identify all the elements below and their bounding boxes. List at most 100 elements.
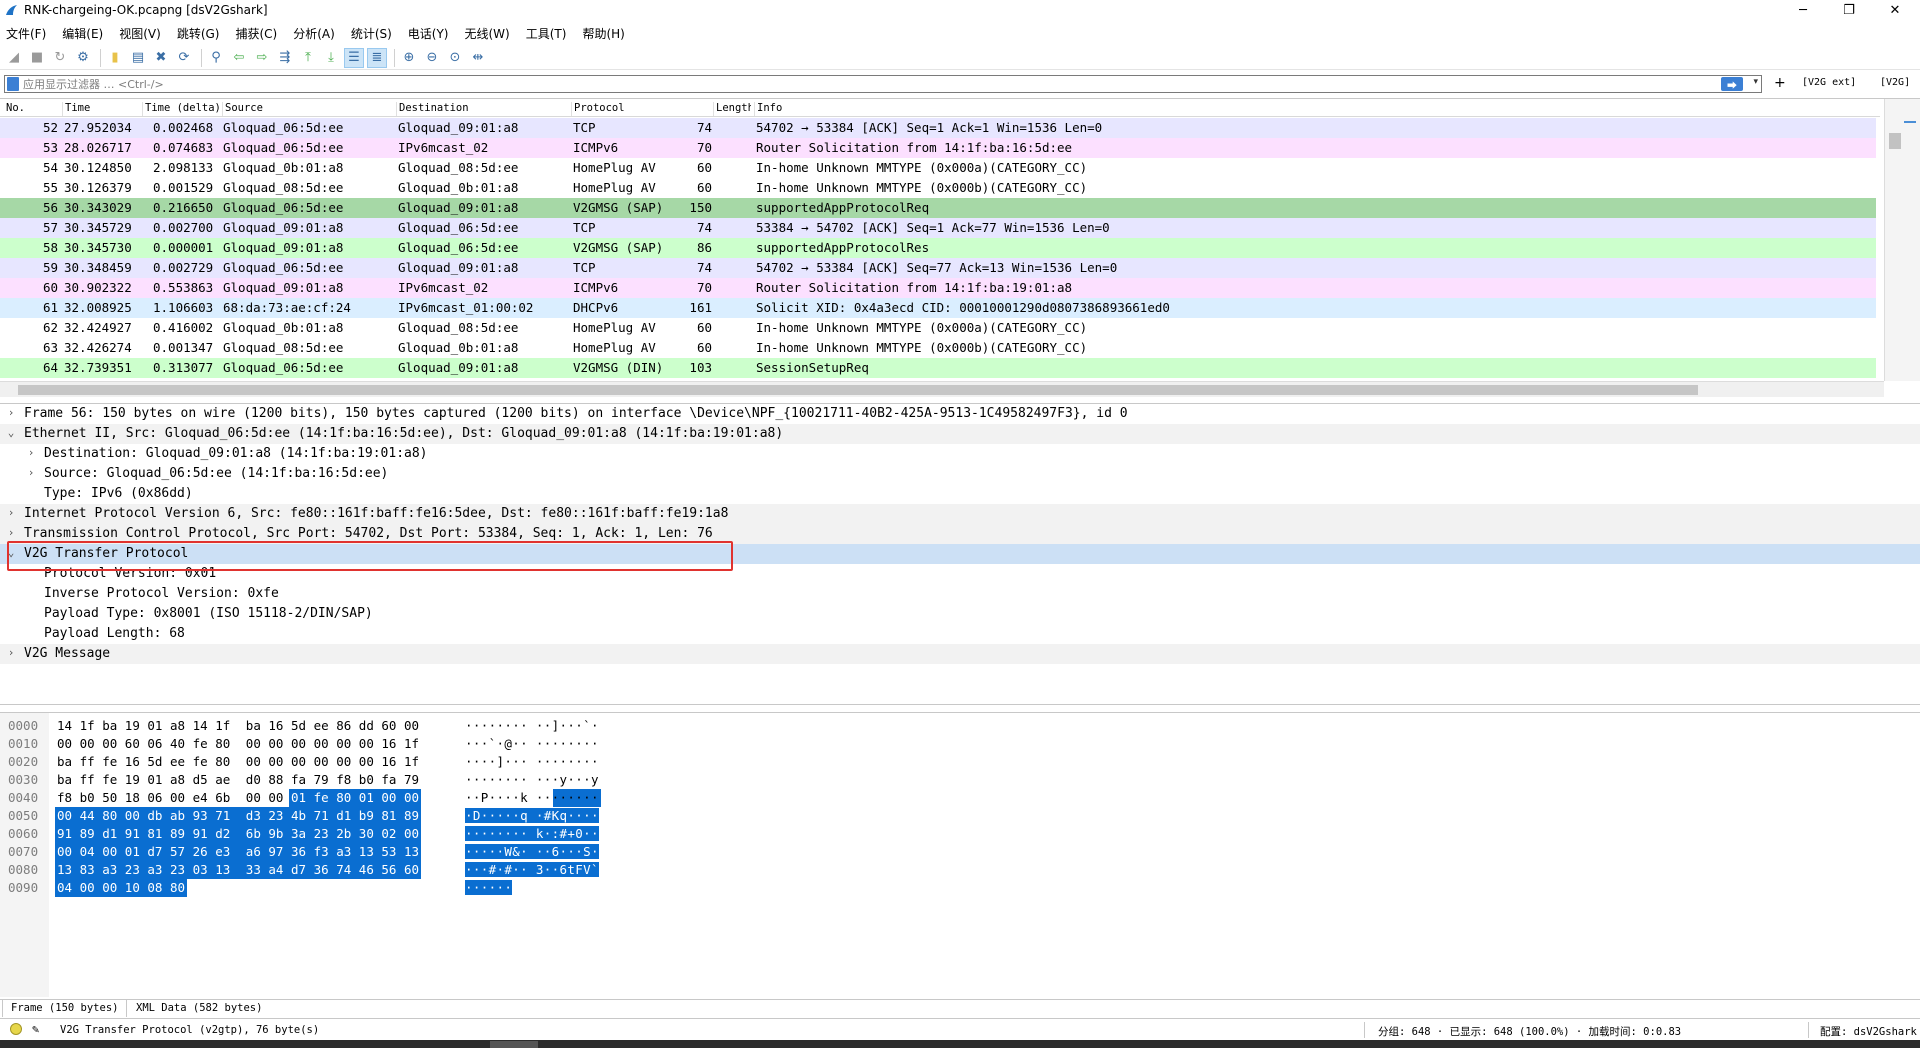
detail-tree-item[interactable]: Inverse Protocol Version: 0xfe: [0, 584, 1920, 604]
hex-byte[interactable]: 14: [193, 718, 208, 733]
hex-byte[interactable]: 3a: [291, 826, 306, 841]
hex-byte[interactable]: 40: [170, 736, 185, 751]
filter-button-v2g-ext[interactable]: [V2G ext]: [1802, 77, 1856, 88]
stop-capture-icon[interactable]: ■: [27, 48, 47, 68]
hex-byte[interactable]: 74: [336, 862, 351, 877]
hex-byte[interactable]: 2b: [336, 826, 351, 841]
tab-frame-bytes[interactable]: Frame (150 bytes): [2, 1000, 128, 1017]
hex-byte[interactable]: ee: [170, 754, 185, 769]
close-button[interactable]: ✕: [1872, 0, 1918, 20]
hex-byte[interactable]: 00: [404, 826, 419, 841]
hex-byte[interactable]: fe: [193, 754, 208, 769]
hex-byte[interactable]: 88: [268, 772, 283, 787]
menu-go[interactable]: 跳转(G): [177, 25, 220, 42]
column-header-source[interactable]: Source: [222, 102, 263, 116]
hex-byte[interactable]: 00: [336, 736, 351, 751]
hex-byte[interactable]: ba: [246, 718, 261, 733]
hex-byte[interactable]: 00: [268, 790, 283, 805]
packet-list[interactable]: No. Time Time (delta) Source Destination…: [0, 98, 1920, 398]
resize-columns-icon[interactable]: ⇹: [468, 48, 488, 68]
hex-byte[interactable]: 80: [215, 736, 230, 751]
column-header-protocol[interactable]: Protocol: [571, 102, 625, 116]
hex-byte[interactable]: d0: [246, 772, 261, 787]
apply-filter-icon[interactable]: ⮕: [1721, 77, 1743, 92]
packet-row[interactable]: 62 32.424927 0.416002 Gloquad_0b:01:a8 Gloqu…: [0, 318, 1876, 338]
detail-tree-item[interactable]: Type: IPv6 (0x86dd): [0, 484, 1920, 504]
hex-byte[interactable]: 14: [57, 718, 72, 733]
add-filter-button[interactable]: +: [1774, 75, 1786, 91]
hex-byte[interactable]: 9b: [268, 826, 283, 841]
detail-tree-item[interactable]: › Source: Gloquad_06:5d:ee (14:1f:ba:16:5…: [0, 464, 1920, 484]
expand-arrow-closed-icon[interactable]: ›: [25, 446, 37, 459]
expand-arrow-closed-icon[interactable]: ›: [5, 506, 17, 519]
hex-byte[interactable]: 1f: [215, 718, 230, 733]
hex-byte[interactable]: db: [147, 808, 162, 823]
hex-byte[interactable]: 00: [102, 880, 117, 895]
hex-byte[interactable]: 00: [359, 736, 374, 751]
hex-byte[interactable]: fe: [314, 790, 329, 805]
go-back-icon[interactable]: ⇦: [229, 48, 249, 68]
hex-byte[interactable]: 53: [381, 844, 396, 859]
hex-byte[interactable]: 93: [193, 808, 208, 823]
detail-tree-item[interactable]: › V2G Message: [0, 644, 1920, 664]
hex-byte[interactable]: 5d: [291, 718, 306, 733]
display-filter-input[interactable]: 应用显示过滤器 … <Ctrl-/> ⮕ ▾: [4, 75, 1762, 93]
hex-byte[interactable]: 91: [125, 826, 140, 841]
hex-byte[interactable]: ab: [170, 808, 185, 823]
hex-byte[interactable]: a8: [170, 772, 185, 787]
hex-byte[interactable]: 13: [404, 844, 419, 859]
hex-byte[interactable]: 00: [80, 880, 95, 895]
find-packet-icon[interactable]: ⚲: [206, 48, 226, 68]
hex-byte[interactable]: 1f: [404, 736, 419, 751]
ascii-dump[interactable]: ·····W&· ··6···S·: [465, 844, 599, 859]
hex-byte[interactable]: 01: [125, 844, 140, 859]
hex-byte[interactable]: fe: [102, 754, 117, 769]
ascii-dump[interactable]: ········ ··]···`·: [465, 718, 599, 733]
hex-byte[interactable]: a3: [336, 844, 351, 859]
hex-byte[interactable]: d7: [291, 862, 306, 877]
hex-byte[interactable]: 80: [170, 880, 185, 895]
hex-byte[interactable]: 5d: [147, 754, 162, 769]
packet-row[interactable]: 60 30.902322 0.553863 Gloquad_09:01:a8 IPv6m…: [0, 278, 1876, 298]
hex-byte[interactable]: 50: [102, 790, 117, 805]
column-header-destination[interactable]: Destination: [396, 102, 469, 116]
hex-byte[interactable]: ff: [80, 772, 95, 787]
menu-view[interactable]: 视图(V): [119, 25, 161, 42]
hex-byte[interactable]: e3: [215, 844, 230, 859]
hex-byte[interactable]: 00: [57, 844, 72, 859]
hex-byte[interactable]: f8: [336, 772, 351, 787]
packet-row[interactable]: 63 32.426274 0.001347 Gloquad_08:5d:ee Gloqu…: [0, 338, 1876, 358]
normal-size-icon[interactable]: ⊙: [445, 48, 465, 68]
detail-tree-item[interactable]: Protocol Version: 0x01: [0, 564, 1920, 584]
hex-byte[interactable]: 16: [381, 736, 396, 751]
tab-xml-data[interactable]: XML Data (582 bytes): [128, 1000, 270, 1017]
hex-byte[interactable]: a8: [170, 718, 185, 733]
packet-row[interactable]: 58 30.345730 0.000001 Gloquad_09:01:a8 Gloqu…: [0, 238, 1876, 258]
column-header-time-delta[interactable]: Time (delta): [142, 102, 221, 116]
packet-row[interactable]: 55 30.126379 0.001529 Gloquad_08:5d:ee Gloqu…: [0, 178, 1876, 198]
hex-byte[interactable]: 6b: [246, 826, 261, 841]
hex-byte[interactable]: 80: [336, 790, 351, 805]
scrollbar-thumb[interactable]: [1889, 133, 1901, 149]
save-file-icon[interactable]: ▤: [128, 48, 148, 68]
hex-byte[interactable]: f3: [314, 844, 329, 859]
ascii-dump[interactable]: ········ k·:#+0··: [465, 826, 599, 841]
hex-byte[interactable]: 08: [147, 880, 162, 895]
expand-arrow-closed-icon[interactable]: ›: [5, 526, 17, 539]
detail-tree-item[interactable]: Payload Type: 0x8001 (ISO 15118-2/DIN/SA…: [0, 604, 1920, 624]
hex-byte[interactable]: 00: [102, 844, 117, 859]
hex-byte[interactable]: ae: [215, 772, 230, 787]
detail-tree-item[interactable]: ⌄ Ethernet II, Src: Gloquad_06:5d:ee (14:…: [0, 424, 1920, 444]
hex-byte[interactable]: d3: [246, 808, 261, 823]
hex-byte[interactable]: 60: [404, 862, 419, 877]
menu-edit[interactable]: 编辑(E): [62, 25, 103, 42]
hex-byte[interactable]: 83: [80, 862, 95, 877]
hex-byte[interactable]: 71: [215, 808, 230, 823]
packet-row[interactable]: 64 32.739351 0.313077 Gloquad_06:5d:ee Gloqu…: [0, 358, 1876, 378]
expand-arrow-open-icon[interactable]: ⌄: [5, 546, 17, 559]
packet-list-scrollbar[interactable]: [1884, 99, 1920, 381]
hex-byte[interactable]: 00: [125, 808, 140, 823]
hex-byte[interactable]: 46: [359, 862, 374, 877]
ascii-dump[interactable]: ···`·@·· ········: [465, 736, 599, 751]
hex-byte[interactable]: 91: [57, 826, 72, 841]
